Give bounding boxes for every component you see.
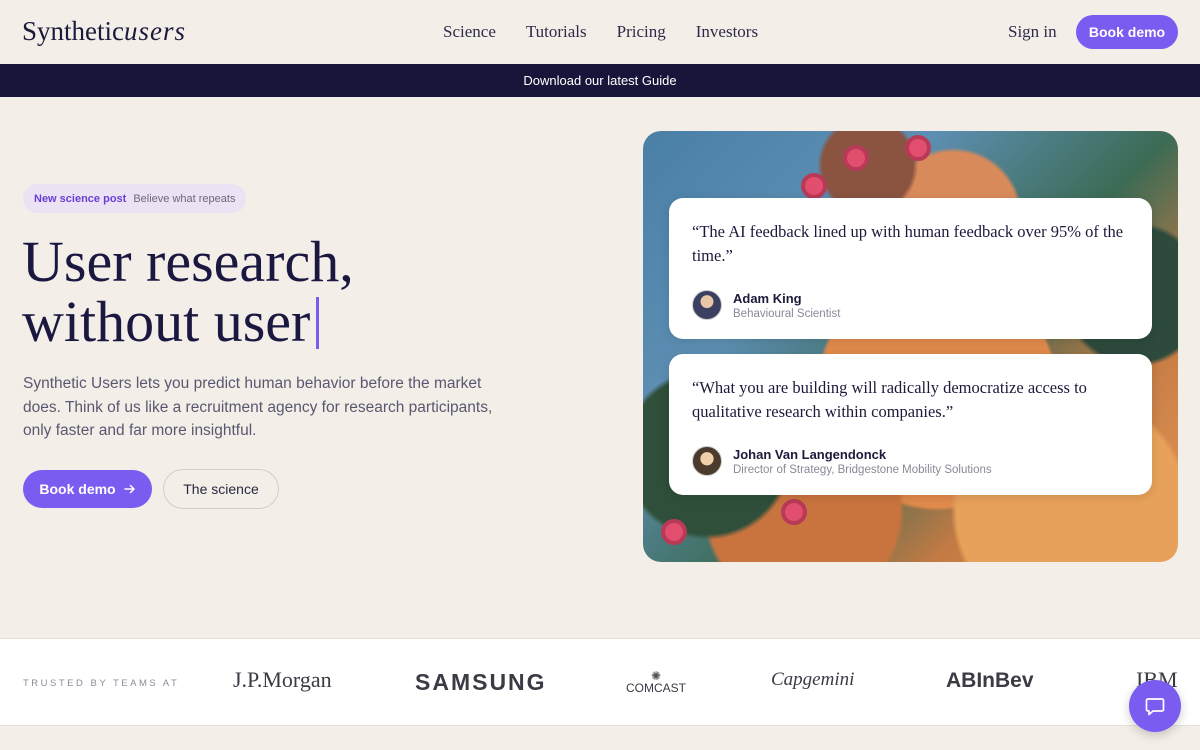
flower-decoration bbox=[905, 135, 931, 161]
trusted-by-strip: TRUSTED BY TEAMS AT J.P.Morgan SAMSUNG ✺… bbox=[0, 638, 1200, 726]
flower-decoration bbox=[781, 499, 807, 525]
author-name: Adam King bbox=[733, 290, 802, 306]
avatar bbox=[692, 446, 722, 476]
jpmorgan-logo: J.P.Morgan bbox=[233, 667, 332, 692]
pill-text: Believe what repeats bbox=[133, 192, 236, 205]
book-demo-button[interactable]: Book demo bbox=[23, 470, 152, 508]
trusted-label: TRUSTED BY TEAMS AT bbox=[23, 678, 180, 689]
nav-pricing[interactable]: Pricing bbox=[617, 22, 666, 42]
author-role: Director of Strategy, Bridgestone Mobili… bbox=[733, 463, 992, 476]
headline-line-2: without user bbox=[22, 289, 311, 354]
headline-line-1: User research, bbox=[22, 229, 354, 294]
synthetic-users-logo[interactable]: Syntheticusers bbox=[22, 16, 186, 47]
comcast-text: COMCAST bbox=[626, 681, 686, 695]
chat-bubble-icon bbox=[1145, 698, 1165, 716]
author-name: Johan Van Langendonck bbox=[733, 446, 887, 462]
flower-decoration bbox=[661, 519, 687, 545]
testimonial-card: “What you are building will radically de… bbox=[669, 354, 1152, 495]
hero-painting bbox=[643, 131, 1178, 562]
testimonial-author: Johan Van Langendonck Director of Strate… bbox=[692, 446, 1129, 476]
book-demo-header-button[interactable]: Book demo bbox=[1076, 15, 1178, 49]
hero-headline: User research, without user bbox=[22, 232, 354, 352]
hero-description: Synthetic Users lets you predict human b… bbox=[23, 375, 493, 439]
samsung-logo: SAMSUNG bbox=[415, 669, 547, 695]
capgemini-logo: Capgemini bbox=[771, 669, 855, 690]
testimonial-author: Adam King Behavioural Scientist bbox=[692, 290, 1129, 320]
book-demo-label: Book demo bbox=[39, 481, 116, 497]
testimonial-quote: “The AI feedback lined up with human fee… bbox=[692, 222, 1124, 265]
peacock-icon: ✺ bbox=[650, 669, 662, 683]
flower-decoration bbox=[843, 145, 869, 171]
top-navigation: Syntheticusers Science Tutorials Pricing… bbox=[0, 0, 1200, 64]
logo-main-text: Synthetic bbox=[22, 16, 124, 46]
sign-in-link[interactable]: Sign in bbox=[1008, 22, 1057, 42]
typing-cursor bbox=[316, 297, 320, 349]
chat-launcher-button[interactable] bbox=[1129, 680, 1181, 732]
nav-investors[interactable]: Investors bbox=[696, 22, 758, 42]
nav-tutorials[interactable]: Tutorials bbox=[526, 22, 587, 42]
banner-text: Download our latest Guide bbox=[523, 73, 677, 88]
abinbev-logo: ABInBev bbox=[946, 669, 1034, 692]
testimonial-quote: “What you are building will radically de… bbox=[692, 378, 1087, 421]
nav-science[interactable]: Science bbox=[443, 22, 496, 42]
avatar bbox=[692, 290, 722, 320]
logo-script-text: users bbox=[124, 16, 187, 46]
pill-tag: New science post bbox=[34, 192, 127, 205]
author-role: Behavioural Scientist bbox=[733, 307, 841, 320]
science-post-pill[interactable]: New science post Believe what repeats bbox=[23, 184, 247, 213]
nav-links: Science Tutorials Pricing Investors bbox=[443, 22, 758, 42]
flower-decoration bbox=[801, 173, 827, 199]
testimonial-card: “The AI feedback lined up with human fee… bbox=[669, 198, 1152, 339]
comcast-logo: ✺ COMCAST bbox=[626, 669, 686, 695]
the-science-button[interactable]: The science bbox=[163, 469, 279, 509]
arrow-right-icon bbox=[123, 484, 135, 494]
guide-download-banner[interactable]: Download our latest Guide bbox=[0, 64, 1200, 97]
